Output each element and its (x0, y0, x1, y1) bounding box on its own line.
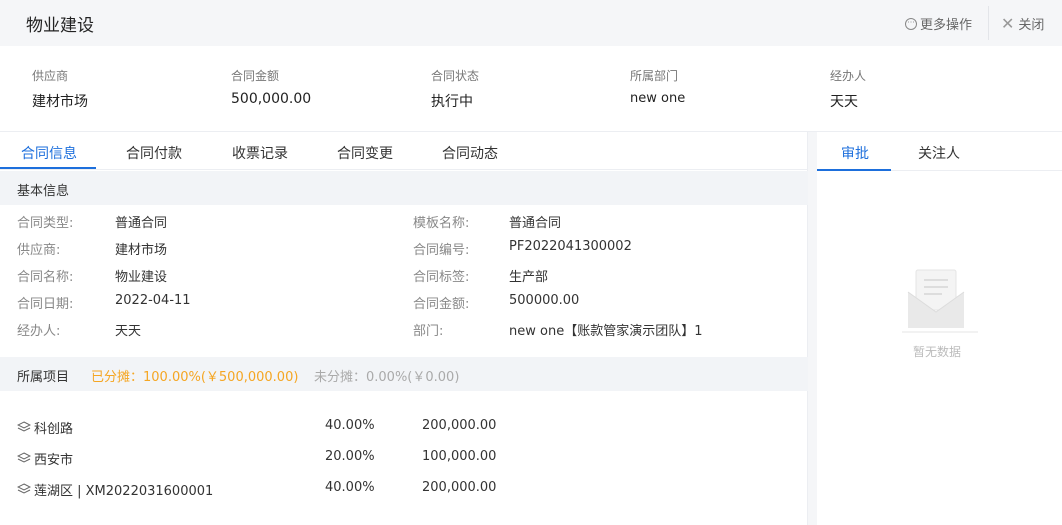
summary-amount: 合同金额 500,000.00 (231, 67, 311, 107)
field-value: 生产部 (509, 270, 549, 285)
field-value: 500000.00 (509, 293, 580, 308)
summary-value: 建材市场 (32, 94, 88, 110)
project-percent: 20.00% (325, 449, 375, 464)
close-button[interactable]: ✕ 关闭 (1001, 14, 1045, 34)
contract-summary: 供应商 建材市场 合同金额 500,000.00 合同状态 执行中 所属部门 n… (0, 46, 1062, 132)
page-header: 物业建设 ··· 更多操作 ✕ 关闭 (0, 0, 1062, 46)
summary-label: 合同金额 (231, 69, 280, 83)
field-label: 合同名称: (17, 270, 74, 285)
empty-state-text: 暂无数据 (913, 345, 962, 359)
project-amount: 200,000.00 (422, 418, 497, 433)
field-label: 合同类型: (17, 216, 74, 231)
summary-supplier: 供应商 建材市场 (32, 67, 88, 111)
projects-section-header: 所属项目 已分摊：100.00%(￥500,000.00) 未分摊：0.00%(… (0, 357, 808, 391)
tab-contract-payment[interactable]: 合同付款 (126, 143, 182, 163)
project-row: 莲湖区 | XM2022031600001 40.00% 200,000.00 (17, 480, 797, 500)
field-value: new one【账款管家演示团队】1 (509, 324, 703, 339)
project-row: 科创路 40.00% 200,000.00 (17, 418, 797, 438)
summary-label: 经办人 (830, 69, 867, 83)
field-label: 合同标签: (413, 270, 470, 285)
project-percent: 40.00% (325, 418, 375, 433)
allocated-summary: 已分摊：100.00%(￥500,000.00) (91, 370, 299, 385)
tab-invoice-records[interactable]: 收票记录 (232, 143, 288, 163)
unallocated-summary: 未分摊：0.00%(￥0.00) (314, 370, 460, 385)
layers-icon (17, 452, 31, 463)
detail-tabs: 合同信息 合同付款 收票记录 合同变更 合同动态 (0, 132, 808, 170)
field-value: 2022-04-11 (115, 293, 191, 308)
section-title: 所属项目 (17, 370, 70, 385)
project-row: 西安市 20.00% 100,000.00 (17, 449, 797, 469)
field-value: 普通合同 (509, 216, 562, 231)
summary-value: 执行中 (431, 94, 473, 110)
contract-detail-panel: 合同信息 合同付款 收票记录 合同变更 合同动态 基本信息 合同类型: 普通合同… (0, 132, 808, 525)
field-label: 供应商: (17, 243, 61, 258)
summary-status: 合同状态 执行中 (431, 67, 479, 111)
layers-icon (17, 483, 31, 494)
more-circle-icon: ··· (905, 17, 917, 30)
panel-gap (808, 132, 817, 525)
tab-contract-info[interactable]: 合同信息 (21, 143, 77, 163)
active-tab-underline (0, 167, 96, 169)
field-value: PF2022041300002 (509, 239, 632, 254)
tab-contract-activity[interactable]: 合同动态 (442, 143, 498, 163)
field-label: 部门: (413, 324, 444, 339)
field-label: 经办人: (17, 324, 61, 339)
close-icon: ✕ (1001, 14, 1015, 33)
field-label: 合同日期: (17, 297, 74, 312)
side-tabs: 审批 关注人 (817, 132, 1062, 171)
summary-label: 合同状态 (431, 69, 480, 83)
section-title: 基本信息 (17, 184, 70, 199)
more-actions-label: 更多操作 (920, 18, 973, 33)
tab-contract-changes[interactable]: 合同变更 (337, 143, 393, 163)
tab-followers[interactable]: 关注人 (918, 143, 960, 163)
empty-inbox-icon (902, 269, 978, 333)
field-label: 合同金额: (413, 297, 470, 312)
project-amount: 100,000.00 (422, 449, 497, 464)
summary-label: 所属部门 (630, 69, 679, 83)
field-value: 天天 (115, 324, 142, 339)
summary-label: 供应商 (32, 69, 69, 83)
active-side-tab-underline (817, 169, 891, 171)
project-percent: 40.00% (325, 480, 375, 495)
approval-panel: 审批 关注人 暂无数据 (817, 132, 1062, 525)
summary-value: 天天 (830, 94, 858, 110)
header-divider (988, 6, 989, 40)
summary-department: 所属部门 new one (630, 67, 685, 106)
close-label: 关闭 (1018, 18, 1045, 33)
project-amount: 200,000.00 (422, 480, 497, 495)
layers-icon (17, 421, 31, 432)
field-label: 合同编号: (413, 243, 470, 258)
summary-handler: 经办人 天天 (830, 67, 866, 111)
page-title: 物业建设 (26, 16, 94, 36)
project-name: 科创路 (34, 422, 74, 437)
field-value: 普通合同 (115, 216, 168, 231)
project-name: 西安市 (34, 453, 74, 468)
more-actions-button[interactable]: ··· 更多操作 (905, 14, 972, 33)
tab-approval[interactable]: 审批 (841, 143, 869, 163)
basic-info-section-header: 基本信息 (0, 171, 808, 205)
summary-value: new one (630, 91, 686, 106)
field-value: 物业建设 (115, 270, 168, 285)
project-name: 莲湖区 | XM2022031600001 (34, 484, 214, 499)
field-value: 建材市场 (115, 243, 168, 258)
summary-value: 500,000.00 (231, 91, 312, 107)
field-label: 模板名称: (413, 216, 470, 231)
